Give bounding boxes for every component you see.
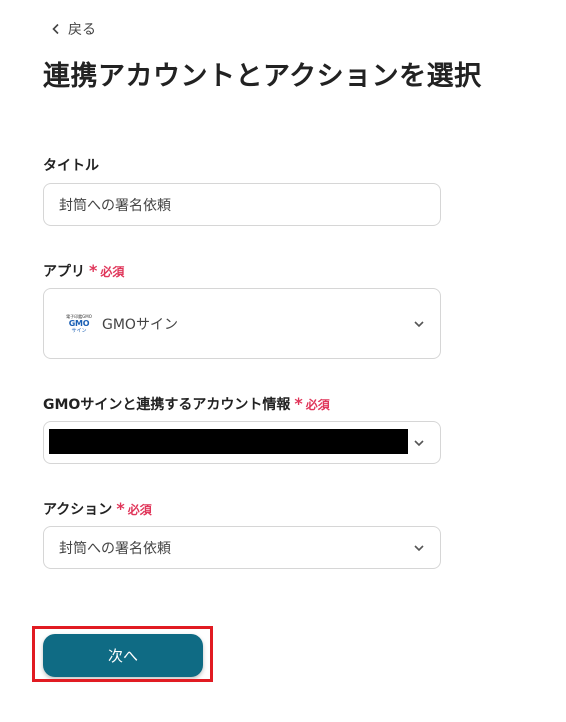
redacted-account-value bbox=[49, 429, 408, 454]
required-text: 必須 bbox=[127, 502, 152, 517]
logo-sub-text: サイン bbox=[71, 327, 87, 334]
action-field-label: アクション * 必須 bbox=[43, 499, 152, 519]
app-select-value: GMOサイン bbox=[102, 316, 178, 333]
app-label-text: アプリ bbox=[43, 264, 85, 280]
title-label-text: タイトル bbox=[43, 158, 99, 174]
required-asterisk: * bbox=[294, 394, 303, 413]
title-input[interactable]: 封筒への署名依頼 bbox=[43, 183, 441, 226]
required-asterisk: * bbox=[116, 499, 125, 518]
title-input-value: 封筒への署名依頼 bbox=[59, 197, 171, 214]
action-select-value: 封筒への署名依頼 bbox=[59, 540, 171, 557]
account-label-text: GMOサインと連携するアカウント情報 bbox=[43, 397, 291, 413]
chevron-down-icon bbox=[414, 544, 424, 551]
gmo-sign-logo-icon: 電子印鑑GMO GMO サイン bbox=[66, 313, 92, 335]
required-badge: * 必須 bbox=[116, 501, 151, 518]
back-link[interactable]: 戻る bbox=[50, 18, 96, 40]
account-select[interactable] bbox=[43, 421, 441, 464]
app-select[interactable]: 電子印鑑GMO GMO サイン GMOサイン bbox=[43, 288, 441, 359]
app-field-label: アプリ * 必須 bbox=[43, 261, 124, 281]
required-text: 必須 bbox=[305, 397, 330, 412]
logo-brand-text: GMO bbox=[68, 318, 90, 328]
required-badge: * 必須 bbox=[89, 263, 124, 280]
required-text: 必須 bbox=[100, 264, 125, 279]
chevron-down-icon bbox=[414, 320, 424, 327]
chevron-down-icon bbox=[414, 439, 424, 446]
title-field-label: タイトル bbox=[43, 155, 99, 175]
chevron-left-icon bbox=[52, 23, 59, 35]
action-label-text: アクション bbox=[43, 502, 113, 518]
account-field-label: GMOサインと連携するアカウント情報 * 必須 bbox=[43, 394, 330, 414]
next-button[interactable]: 次へ bbox=[43, 634, 203, 677]
back-label: 戻る bbox=[68, 22, 96, 38]
required-asterisk: * bbox=[89, 261, 98, 280]
page-title: 連携アカウントとアクションを選択 bbox=[43, 61, 482, 92]
action-select[interactable]: 封筒への署名依頼 bbox=[43, 526, 441, 569]
required-badge: * 必須 bbox=[294, 396, 329, 413]
